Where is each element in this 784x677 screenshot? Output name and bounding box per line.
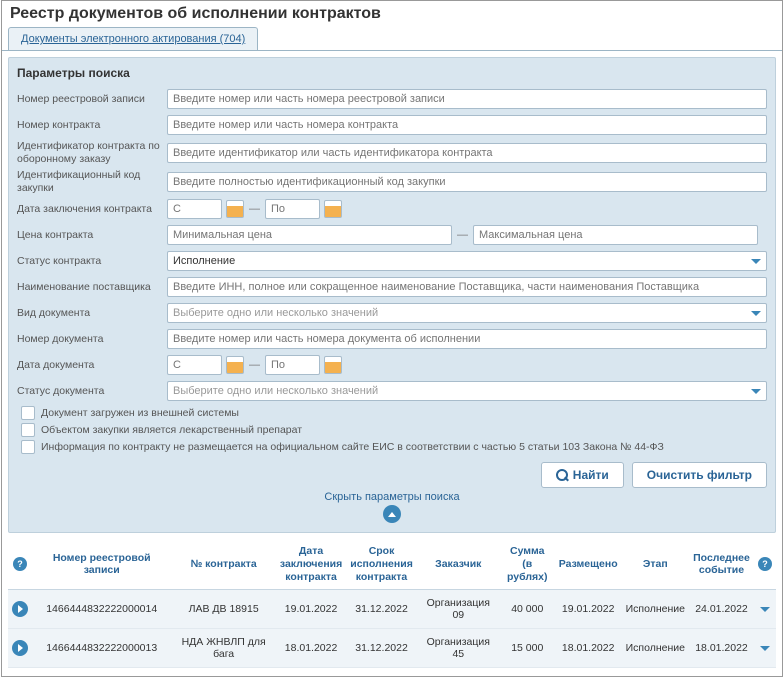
cell-last-event: 24.01.2022	[689, 590, 754, 629]
label-contract-no: Номер контракта	[17, 119, 167, 132]
label-doc-status: Статус документа	[17, 385, 167, 398]
label-registry-no: Номер реестровой записи	[17, 93, 167, 106]
results-table: ? Номер реестровой записи № контракта Да…	[8, 539, 776, 668]
cell-contract: ЛАВ ДВ 18915	[171, 590, 275, 629]
col-last-event[interactable]: Последнее событие	[689, 539, 754, 589]
price-max-input[interactable]	[473, 225, 758, 245]
col-placed[interactable]: Размещено	[555, 539, 622, 589]
cell-sum: 15 000	[500, 629, 555, 668]
not-published-label: Информация по контракту не размещается н…	[41, 441, 664, 453]
contract-no-input[interactable]	[167, 115, 767, 135]
label-doc-no: Номер документа	[17, 333, 167, 346]
cell-stage: Исполнение	[622, 629, 689, 668]
find-label: Найти	[573, 468, 609, 482]
cell-stage: Исполнение	[622, 590, 689, 629]
registry-no-input[interactable]	[167, 89, 767, 109]
help-icon[interactable]: ?	[758, 557, 772, 571]
col-stage[interactable]: Этап	[622, 539, 689, 589]
col-customer[interactable]: Заказчик	[417, 539, 500, 589]
supplier-input[interactable]	[167, 277, 767, 297]
cell-last-event: 18.01.2022	[689, 629, 754, 668]
col-sum[interactable]: Сумма (в рублях)	[500, 539, 555, 589]
chevron-down-icon	[751, 389, 761, 394]
collapse-link[interactable]: Скрыть параметры поиска	[324, 491, 459, 503]
page-title: Реестр документов об исполнении контракт…	[2, 1, 782, 27]
calendar-icon[interactable]	[226, 356, 244, 374]
price-min-input[interactable]	[167, 225, 452, 245]
cell-date-exec: 31.12.2022	[346, 590, 417, 629]
external-label: Документ загружен из внешней системы	[41, 407, 239, 419]
doc-status-select[interactable]: Выберите одно или несколько значений	[167, 381, 767, 401]
clear-label: Очистить фильтр	[647, 468, 752, 482]
doc-type-placeholder: Выберите одно или несколько значений	[173, 307, 378, 319]
calendar-icon[interactable]	[226, 200, 244, 218]
label-status: Статус контракта	[17, 255, 167, 268]
cell-registry: 1466444832222000014	[32, 590, 171, 629]
search-panel: Параметры поиска Номер реестровой записи…	[8, 57, 776, 533]
calendar-icon[interactable]	[324, 200, 342, 218]
search-icon	[556, 469, 568, 481]
contract-date-to-input[interactable]	[265, 199, 320, 219]
doc-date-from-input[interactable]	[167, 355, 222, 375]
cell-customer: Организация 09	[417, 590, 500, 629]
status-select[interactable]: Исполнение	[167, 251, 767, 271]
table-row: 1466444832222000013НДА ЖНВЛП для бага18.…	[8, 629, 776, 668]
cell-date-concl: 18.01.2022	[276, 629, 346, 668]
dash: —	[248, 359, 261, 371]
external-checkbox[interactable]	[21, 406, 35, 420]
status-value: Исполнение	[173, 255, 235, 267]
col-registry[interactable]: Номер реестровой записи	[32, 539, 171, 589]
calendar-icon[interactable]	[324, 356, 342, 374]
cell-registry: 1466444832222000013	[32, 629, 171, 668]
col-date-concl[interactable]: Дата заключения контракта	[276, 539, 346, 589]
expand-icon[interactable]	[12, 601, 28, 617]
contract-date-from-input[interactable]	[167, 199, 222, 219]
purchase-id-input[interactable]	[167, 172, 767, 192]
clear-button[interactable]: Очистить фильтр	[632, 462, 767, 488]
label-doc-date: Дата документа	[17, 359, 167, 372]
chevron-down-icon	[751, 311, 761, 316]
cell-customer: Организация 45	[417, 629, 500, 668]
row-menu-icon[interactable]	[758, 602, 772, 616]
cell-placed: 18.01.2022	[555, 629, 622, 668]
doc-status-placeholder: Выберите одно или несколько значений	[173, 385, 378, 397]
cell-placed: 19.01.2022	[555, 590, 622, 629]
label-price: Цена контракта	[17, 229, 167, 242]
col-date-exec[interactable]: Срок исполнения контракта	[346, 539, 417, 589]
cell-date-exec: 31.12.2022	[346, 629, 417, 668]
cell-date-concl: 19.01.2022	[276, 590, 346, 629]
doc-no-input[interactable]	[167, 329, 767, 349]
medicine-label: Объектом закупки является лекарственный …	[41, 424, 302, 436]
table-row: 1466444832222000014ЛАВ ДВ 1891519.01.202…	[8, 590, 776, 629]
row-menu-icon[interactable]	[758, 641, 772, 655]
not-published-checkbox[interactable]	[21, 440, 35, 454]
doc-date-to-input[interactable]	[265, 355, 320, 375]
medicine-checkbox[interactable]	[21, 423, 35, 437]
col-contract[interactable]: № контракта	[171, 539, 275, 589]
label-defense-id: Идентификатор контракта по оборонному за…	[17, 140, 167, 165]
dash: —	[248, 203, 261, 215]
panel-title: Параметры поиска	[17, 66, 767, 80]
dash: —	[456, 229, 469, 241]
find-button[interactable]: Найти	[541, 462, 624, 488]
label-purchase-id: Идентификационный код закупки	[17, 169, 167, 194]
defense-id-input[interactable]	[167, 143, 767, 163]
cell-contract: НДА ЖНВЛП для бага	[171, 629, 275, 668]
label-doc-type: Вид документа	[17, 307, 167, 320]
chevron-down-icon	[751, 259, 761, 264]
label-supplier: Наименование поставщика	[17, 281, 167, 294]
help-icon[interactable]: ?	[13, 557, 27, 571]
doc-type-select[interactable]: Выберите одно или несколько значений	[167, 303, 767, 323]
expand-icon[interactable]	[12, 640, 28, 656]
label-contract-date: Дата заключения контракта	[17, 203, 167, 216]
collapse-icon[interactable]	[383, 505, 401, 523]
cell-sum: 40 000	[500, 590, 555, 629]
tab-electronic-acts[interactable]: Документы электронного актирования (704)	[8, 27, 258, 50]
